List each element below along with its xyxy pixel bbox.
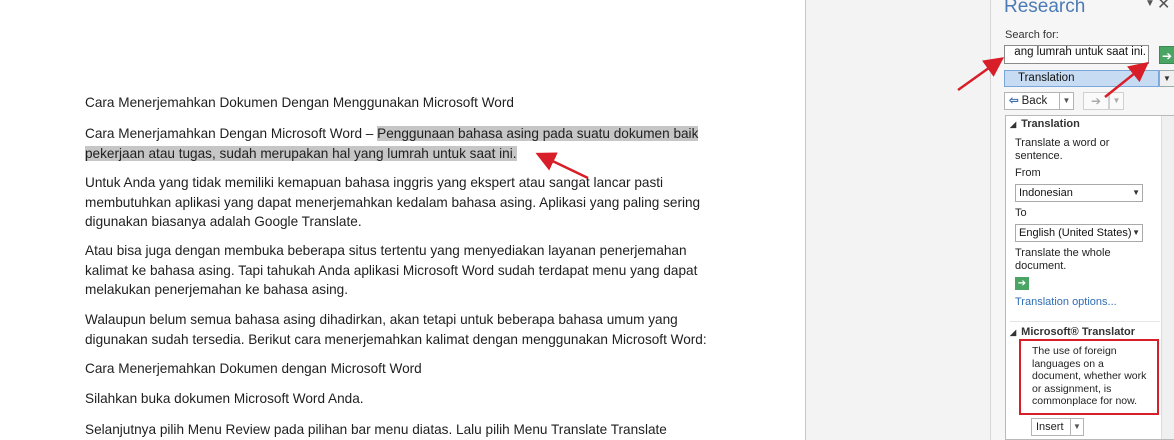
document-line: kalimat ke bahasa asing. Tapi tahukah An… [85,262,698,278]
close-icon[interactable]: ✕ [1157,0,1170,14]
insert-button[interactable]: Insert [1031,418,1071,436]
document-line: pekerjaan atau tugas, sudah merupakan ha… [85,144,705,164]
translate-word-text: Translate a word or sentence. [1015,137,1110,162]
chevron-down-icon[interactable]: ▼ [1145,0,1155,9]
document-line: Cara Menerjamahkan Dengan Microsoft Word… [85,124,705,144]
pane-title: Research [1004,0,1086,17]
doc-paragraph-6: Selanjutnya pilih Menu Review pada pilih… [85,420,705,440]
forward-history-dropdown[interactable]: ▼ [1109,92,1124,110]
search-input[interactable]: ang lumrah untuk saat ini. [1004,45,1149,64]
doc-paragraph-1: Cara Menerjamahkan Dengan Microsoft Word… [85,124,705,163]
back-history-dropdown[interactable]: ▼ [1059,92,1074,110]
document-line: Cara Menerjemahkan Dokumen Dengan Menggu… [85,95,514,110]
chevron-down-icon: ▼ [1132,228,1140,237]
research-pane: Research ▼ ✕ Search for: ang lumrah untu… [990,0,1174,440]
translate-document-text: Translate the whole document. [1015,247,1111,272]
search-label: Search for: [1005,29,1059,41]
results-panel[interactable]: ◢ Translation Translate a word or sentenc… [1005,115,1174,440]
document-line: digunakan biasanya adalah Google Transla… [85,214,362,230]
section-title: Microsoft® Translator [1021,326,1136,338]
document-canvas[interactable]: Cara Menerjemahkan Dokumen Dengan Menggu… [0,0,805,440]
translation-result: The use of foreign languages on a docume… [1019,339,1159,415]
forward-arrow-icon[interactable]: ➔ [1083,92,1109,110]
doc-paragraph-3: Atau bisa juga dengan membuka beberapa s… [85,241,705,300]
document-line: Atau bisa juga dengan membuka beberapa s… [85,243,687,258]
selected-text[interactable]: Penggunaan bahasa asing pada suatu dokum… [377,126,699,141]
to-label: To [1015,207,1027,219]
results-scrollbar[interactable] [1161,116,1174,439]
document-line: Silahkan buka dokumen Microsoft Word And… [85,391,364,406]
workspace-gap [806,0,990,440]
document-text: Cara Menerjamahkan Dengan Microsoft Word… [85,126,378,141]
document-line: melakukan penerjemahan ke bahasa asing. [85,282,348,298]
ms-translator-section-header[interactable]: ◢ Microsoft® Translator [1010,326,1135,338]
document-line: Untuk Anda yang tidak memiliki kemapuan … [85,175,664,190]
doc-heading-line: Cara Menerjemahkan Dokumen dengan Micros… [85,359,705,379]
translation-options-link[interactable]: Translation options... [1015,296,1117,308]
collapse-triangle-icon: ◢ [1010,120,1017,129]
collapse-triangle-icon: ◢ [1010,328,1017,337]
document-line: Selanjutnya pilih Menu Review pada pilih… [85,422,667,437]
chevron-down-icon: ▼ [1132,188,1140,197]
back-label: Back [1021,95,1048,107]
insert-dropdown[interactable]: ▼ [1070,418,1084,436]
from-language-select[interactable]: Indonesian ▼ [1015,184,1143,202]
document-line: Walaupun belum semua bahasa asing dihadi… [85,312,678,327]
chevron-down-icon[interactable]: ▼ [1159,70,1174,87]
translation-section-header[interactable]: ◢ Translation [1010,118,1080,130]
doc-paragraph-2: Untuk Anda yang tidak memiliki kemapuan … [85,173,705,232]
service-select[interactable]: Translation [1004,70,1159,87]
go-arrow-icon[interactable]: ➔ [1015,277,1029,290]
document-line: membutuhkan aplikasi yang dapat menerjem… [85,194,701,210]
document-line: digunakan sudah tersedia. Berikut cara m… [85,331,707,347]
selected-text[interactable]: pekerjaan atau tugas, sudah merupakan ha… [85,145,517,161]
doc-paragraph-5: Silahkan buka dokumen Microsoft Word And… [85,389,705,409]
doc-title-line: Cara Menerjemahkan Dokumen Dengan Menggu… [85,93,705,113]
divider [1010,321,1160,322]
to-language-select[interactable]: English (United States) ▼ [1015,224,1143,242]
go-arrow-icon[interactable]: ➔ [1159,46,1174,64]
from-value: Indonesian [1019,187,1073,199]
section-title: Translation [1021,118,1080,130]
from-label: From [1015,167,1041,179]
back-button[interactable]: ⇦ Back [1004,92,1060,110]
doc-paragraph-4: Walaupun belum semua bahasa asing dihadi… [85,310,707,349]
to-value: English (United States) [1019,227,1132,239]
back-arrow-icon: ⇦ [1009,95,1019,107]
document-line: Cara Menerjemahkan Dokumen dengan Micros… [85,361,422,376]
